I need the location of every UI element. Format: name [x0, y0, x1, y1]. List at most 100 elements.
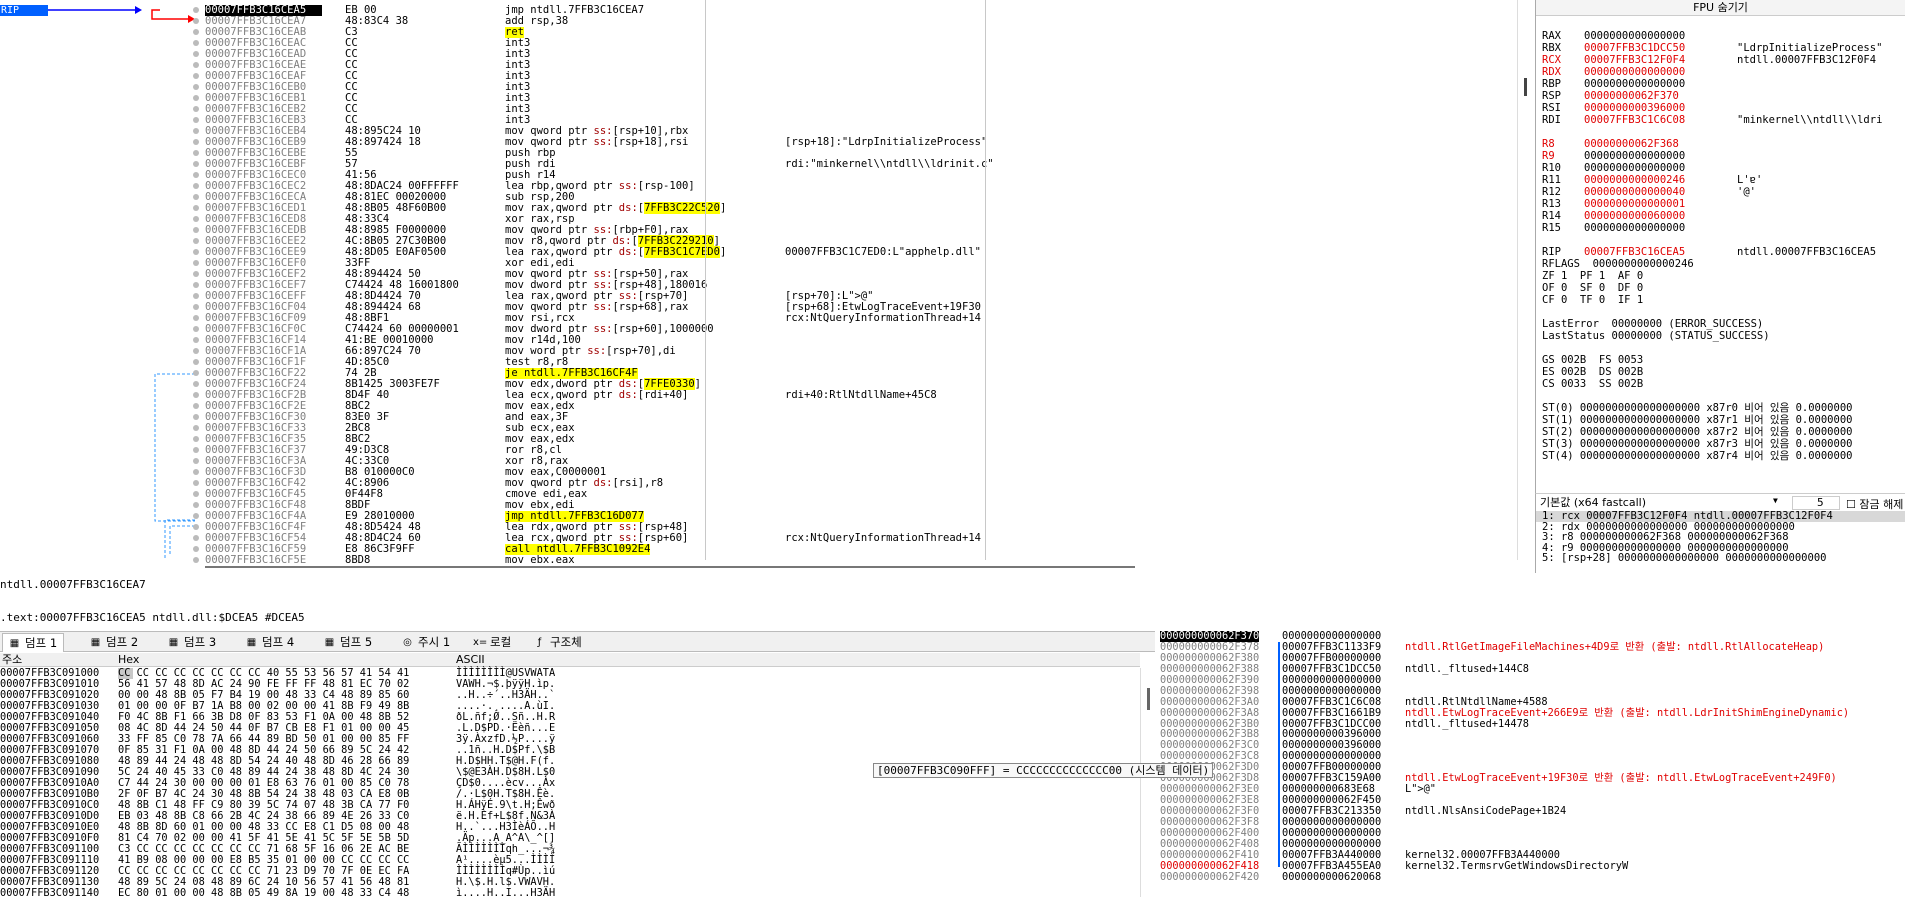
scroll-thumb[interactable] — [205, 566, 1135, 568]
register-flag-line[interactable]: OF 0 SF 0 DF 0 — [1542, 282, 1892, 294]
register-flag-line[interactable]: ST(4) 0000000000000000000 x87r4 비어 있음 0.… — [1542, 450, 1892, 462]
stack-row[interactable]: 000000000062F3D8 00007FFB3C159A00 ntdll.Et… — [1160, 773, 1905, 784]
breakpoint-dot[interactable] — [193, 62, 199, 68]
breakpoint-dot[interactable] — [193, 216, 199, 222]
breakpoint-dot[interactable] — [193, 29, 199, 35]
register-value[interactable]: 0000000000000040 — [1584, 186, 1685, 198]
disasm-row[interactable]: 00007FFB3C16CEAF CC int3 — [205, 71, 1517, 82]
breakpoint-dot[interactable] — [193, 260, 199, 266]
disasm-row[interactable]: 00007FFB3C16CEE9 48:8D05 E0AF0500 lea rax,… — [205, 246, 1517, 258]
disasm-row[interactable]: 00007FFB3C16CF35 8BC2 mov eax,edx — [205, 434, 1517, 445]
column-header-address[interactable]: 주소 — [2, 653, 22, 667]
stack-row[interactable]: 000000000062F418 00007FFB3A455EA0 kernel32… — [1160, 860, 1905, 872]
breakpoint-dot[interactable] — [193, 381, 199, 387]
tab-3[interactable]: ▦ 덤프 3 — [162, 633, 222, 652]
breakpoint-dot[interactable] — [193, 172, 199, 178]
disasm-row[interactable]: 00007FFB3C16CF33 2BC8 sub ecx,eax — [205, 423, 1517, 434]
register-row[interactable]: R11 0000000000000246 L'ɐ' — [1542, 174, 1892, 186]
dump-hex[interactable]: EC 80 01 00 00 48 8B 05 49 8A 19 00 48 3… — [118, 888, 409, 897]
disasm-row[interactable]: 00007FFB3C16CF3D B8 010000C0 mov eax,C0000… — [205, 467, 1517, 478]
register-row[interactable]: RSI 0000000000396000 — [1542, 102, 1892, 114]
tab-6[interactable]: ◎ 주시 1 — [396, 633, 456, 652]
register-value[interactable]: 00000000062F368 — [1584, 138, 1679, 150]
register-value[interactable]: 0000000000060000 — [1584, 210, 1685, 222]
register-flag-line[interactable]: ZF 1 PF 1 AF 0 — [1542, 270, 1892, 282]
breakpoint-dot[interactable] — [193, 315, 199, 321]
breakpoint-dot[interactable] — [193, 403, 199, 409]
register-flag-line[interactable]: CS 0033 SS 002B — [1542, 378, 1892, 390]
disasm-row[interactable]: 00007FFB3C16CEAD CC int3 — [205, 49, 1517, 60]
register-flag-line[interactable] — [1542, 342, 1892, 354]
register-value[interactable]: 00007FFB3C12F0F4 — [1584, 54, 1685, 66]
breakpoint-dot[interactable] — [193, 513, 199, 519]
breakpoint-dot[interactable] — [193, 524, 199, 530]
register-value[interactable]: 00000000062F370 — [1584, 90, 1679, 102]
breakpoint-dot[interactable] — [193, 139, 199, 145]
breakpoint-dot[interactable] — [193, 436, 199, 442]
breakpoint-dot[interactable] — [193, 18, 199, 24]
stack-row[interactable]: 000000000062F420 0000000000620068 — [1160, 871, 1905, 883]
chevron-down-icon[interactable]: ▼ — [1773, 496, 1778, 505]
breakpoint-dot[interactable] — [193, 249, 199, 255]
column-header-ascii[interactable]: ASCII — [456, 653, 485, 667]
register-list[interactable]: RAX 0000000000000000 RBX 00007FFB3C1DCC50 "L… — [1542, 30, 1892, 462]
stack-row[interactable]: 000000000062F388 00007FFB3C1DCC50 ntdll._f… — [1160, 663, 1905, 675]
dump-row[interactable]: 00007FFB3C091140 EC 80 01 00 00 48 8B 05 … — [0, 888, 1140, 897]
breakpoint-dot[interactable] — [193, 51, 199, 57]
register-flag-line[interactable]: CF 0 TF 0 IF 1 — [1542, 294, 1892, 306]
breakpoint-dot[interactable] — [193, 161, 199, 167]
breakpoint-dot[interactable] — [193, 458, 199, 464]
tab-4[interactable]: ▦ 덤프 4 — [240, 633, 300, 652]
scroll-thumb[interactable] — [1147, 688, 1150, 710]
register-flag-line[interactable]: LastError 00000000 (ERROR_SUCCESS) — [1542, 318, 1892, 330]
stack-row[interactable]: 000000000062F3E0 000000000683E68 L">@" — [1160, 784, 1905, 795]
register-row[interactable]: RIP 00007FFB3C16CEA5 ntdll.00007FFB3C16CEA… — [1542, 246, 1892, 258]
breakpoint-dot[interactable] — [193, 304, 199, 310]
breakpoint-dot[interactable] — [193, 469, 199, 475]
breakpoint-dot[interactable] — [193, 117, 199, 123]
breakpoint-dot[interactable] — [193, 491, 199, 497]
register-flag-line[interactable]: GS 002B FS 0053 — [1542, 354, 1892, 366]
stack-row[interactable]: 000000000062F3F8 0000000000000000 — [1160, 816, 1905, 828]
breakpoint-dot[interactable] — [193, 370, 199, 376]
stack-row[interactable]: 000000000062F3B0 00007FFB3C1DCC00 ntdll._f… — [1160, 718, 1905, 730]
breakpoint-dot[interactable] — [193, 546, 199, 552]
stack-row[interactable]: 000000000062F400 0000000000000000 — [1160, 827, 1905, 839]
register-flag-line[interactable] — [1542, 390, 1892, 402]
breakpoint-dot[interactable] — [193, 414, 199, 420]
register-flag-line[interactable]: ST(0) 0000000000000000000 x87r0 비어 있음 0.… — [1542, 402, 1892, 414]
register-row[interactable] — [1542, 234, 1892, 246]
register-value[interactable]: 0000000000000001 — [1584, 198, 1685, 210]
breakpoint-dot[interactable] — [193, 73, 199, 79]
disasm-row[interactable]: 00007FFB3C16CEAC CC int3 — [205, 38, 1517, 49]
breakpoint-dot[interactable] — [193, 326, 199, 332]
tab-7[interactable]: x= 로컬 — [468, 633, 517, 652]
breakpoint-dot[interactable] — [193, 106, 199, 112]
tab-2[interactable]: ▦ 덤프 2 — [84, 633, 144, 652]
breakpoint-dot[interactable] — [193, 238, 199, 244]
disasm-row[interactable]: 00007FFB3C16CF59 E8 86C3F9FF call ntdll.7F… — [205, 544, 1517, 555]
register-row[interactable]: R13 0000000000000001 — [1542, 198, 1892, 210]
register-row[interactable]: RCX 00007FFB3C12F0F4 ntdll.00007FFB3C12F0F… — [1542, 54, 1892, 66]
breakpoint-dot[interactable] — [193, 150, 199, 156]
stack-row[interactable]: 000000000062F3C0 0000000000396000 — [1160, 740, 1905, 751]
breakpoint-dot[interactable] — [193, 183, 199, 189]
disasm-horizontal-scrollbar[interactable] — [205, 563, 1517, 572]
register-row[interactable]: RBP 0000000000000000 — [1542, 78, 1892, 90]
breakpoint-dot[interactable] — [193, 84, 199, 90]
stack-value[interactable]: 00007FFB3C1661B9 — [1282, 707, 1381, 719]
register-value[interactable]: 0000000000000000 — [1584, 66, 1685, 78]
disasm-row[interactable]: 00007FFB3C16CF45 0F44F8 cmove edi,eax — [205, 489, 1517, 500]
disasm-row[interactable]: 00007FFB3C16CF1A 66:897C24 70 mov word ptr… — [205, 346, 1517, 357]
register-row[interactable]: RBX 00007FFB3C1DCC50 "LdrpInitializeProces… — [1542, 42, 1892, 54]
register-row[interactable]: R10 0000000000000000 — [1542, 162, 1892, 174]
disasm-row[interactable]: 00007FFB3C16CF30 83E0 3F and eax,3F — [205, 412, 1517, 423]
calling-convention-select[interactable]: 기본값 (x64 fastcall) — [1540, 496, 1786, 510]
breakpoint-dot[interactable] — [193, 348, 199, 354]
breakpoint-dot[interactable] — [193, 194, 199, 200]
register-flag-line[interactable]: ST(2) 0000000000000000000 x87r2 비어 있음 0.… — [1542, 426, 1892, 438]
arguments-list[interactable]: 1: rcx 00007FFB3C12F0F4 ntdll.00007FFB3C… — [1535, 511, 1905, 573]
register-row[interactable]: RSP 00000000062F370 — [1542, 90, 1892, 102]
stack-view[interactable]: 000000000062F370 0000000000000000 00000000… — [1160, 631, 1905, 897]
tab-8[interactable]: ƒ 구조체 — [528, 633, 588, 652]
